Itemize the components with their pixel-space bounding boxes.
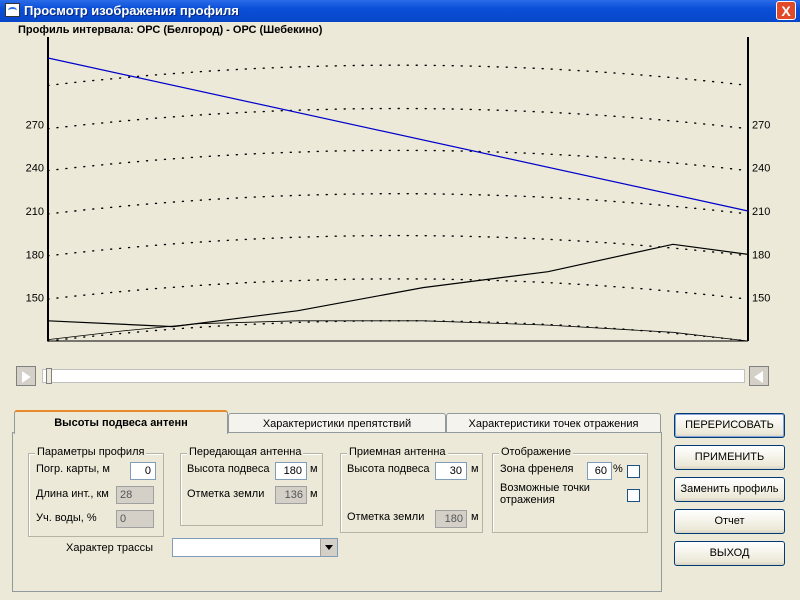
fresnel-label: Зона френеля [500, 463, 574, 475]
rx-height-input[interactable]: 30 [435, 462, 467, 480]
tab-reflection-points[interactable]: Характеристики точек отражения [446, 413, 661, 433]
tx-height-unit: м [310, 463, 318, 475]
profile-scrollbar[interactable] [16, 364, 769, 388]
rx-ground-label: Отметка земли [347, 511, 425, 523]
length-label: Длина инт., км [36, 488, 109, 500]
tx-height-input[interactable]: 180 [275, 462, 307, 480]
water-label: Уч. воды, % [36, 512, 97, 524]
reflection-label-line1: Возможные точки [500, 482, 590, 494]
exit-button[interactable]: ВЫХОД [674, 541, 785, 566]
tx-ground-field: 136 [275, 486, 307, 504]
y-tick-label-left: 180 [26, 249, 44, 261]
length-field: 28 [116, 486, 154, 504]
rx-height-unit: м [471, 463, 479, 475]
tab-obstacles[interactable]: Характеристики препятствий [228, 413, 446, 433]
tx-ground-label: Отметка земли [187, 488, 265, 500]
y-tick-label-left: 270 [26, 119, 44, 131]
tab-antenna-heights[interactable]: Высоты подвеса антенн [14, 410, 228, 434]
water-field: 0 [116, 510, 154, 528]
scroll-thumb[interactable] [46, 368, 52, 384]
y-tick-label-right: 270 [752, 119, 770, 131]
y-tick-label-right: 180 [752, 249, 770, 261]
route-type-select[interactable] [172, 538, 338, 557]
redraw-button[interactable]: ПЕРЕРИСОВАТЬ [674, 413, 785, 438]
tx-height-label: Высота подвеса [187, 463, 270, 475]
profile-title: Профиль интервала: ОРС (Белгород) - ОРС … [18, 24, 323, 36]
reflection-label-line2: отражения [500, 494, 555, 506]
fresnel-checkbox[interactable] [627, 465, 640, 478]
y-tick-label-right: 240 [752, 163, 770, 175]
fresnel-unit: % [613, 463, 623, 475]
rx-ground-unit: м [471, 511, 479, 523]
y-tick-label-left: 240 [26, 163, 44, 175]
display-title: Отображение [499, 446, 573, 458]
y-tick-label-right: 150 [752, 293, 770, 305]
scroll-right-button[interactable] [749, 366, 769, 386]
y-tick-label-left: 150 [26, 293, 44, 305]
y-tick-label-right: 210 [752, 206, 770, 218]
reflection-checkbox[interactable] [627, 489, 640, 502]
apply-button[interactable]: ПРИМЕНИТЬ [674, 445, 785, 470]
report-button[interactable]: Отчет [674, 509, 785, 534]
map-error-input[interactable]: 0 [130, 462, 156, 480]
y-tick-label-left: 210 [26, 206, 44, 218]
app-icon [5, 3, 20, 17]
profile-params-title: Параметры профиля [35, 446, 147, 458]
window-title: Просмотр изображения профиля [24, 3, 239, 18]
plot-background [12, 37, 777, 343]
rx-ground-field: 180 [435, 510, 467, 528]
rx-height-label: Высота подвеса [347, 463, 430, 475]
title-bar: Просмотр изображения профиля X [0, 0, 800, 22]
chevron-down-icon[interactable] [320, 539, 337, 556]
route-type-label: Характер трассы [66, 542, 154, 554]
tx-ground-unit: м [310, 488, 318, 500]
tx-antenna-title: Передающая антенна [187, 446, 304, 458]
close-button[interactable]: X [776, 1, 796, 20]
scroll-left-button[interactable] [16, 366, 36, 386]
replace-profile-button[interactable]: Заменить профиль [674, 477, 785, 502]
map-error-label: Погр. карты, м [36, 463, 110, 475]
profile-chart: 1501501801802102102402402702702468101214… [12, 37, 777, 343]
fresnel-input[interactable]: 60 [587, 462, 612, 480]
rx-antenna-title: Приемная антенна [347, 446, 448, 458]
scroll-track[interactable] [42, 369, 745, 383]
